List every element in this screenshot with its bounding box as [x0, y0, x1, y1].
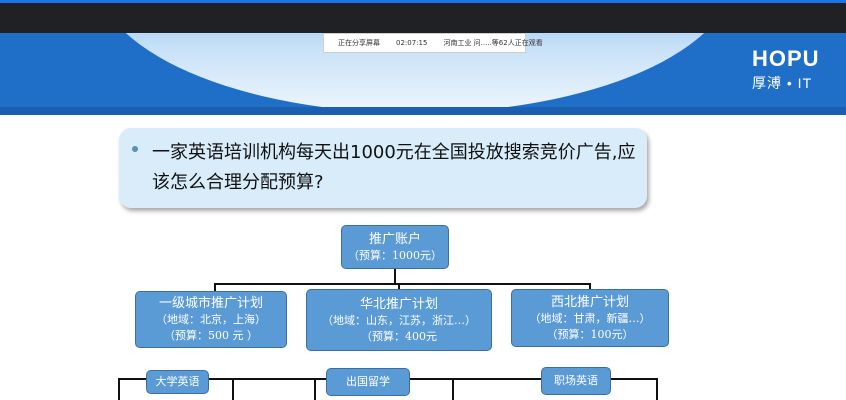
bullet-icon — [132, 146, 138, 152]
share-status-label: 正在分享屏幕 — [338, 39, 380, 47]
unit-title: 大学英语 — [155, 375, 200, 388]
plan-region: （地域：山东，江苏，浙江…） — [322, 313, 476, 327]
plan-budget: （预算：100元） — [546, 327, 634, 341]
connector-mid-down-3 — [452, 378, 454, 400]
question-box: 一家英语培训机构每天出1000元在全国投放搜索竞价广告,应该怎么合理分配预算? — [119, 128, 647, 208]
hopu-logo: HOPU 厚溥 • IT — [752, 47, 832, 93]
plan-budget: （预算：400元 — [361, 329, 437, 343]
logo-subtitle: 厚溥 • IT — [752, 75, 813, 91]
banner-corner-decoration — [0, 33, 110, 115]
unit-node-study-abroad: 出国留学 — [326, 368, 410, 396]
unit-node-workplace-english: 职场英语 — [541, 367, 611, 395]
plan-title: 一级城市推广计划 — [158, 296, 263, 311]
connector-mid-down-1 — [232, 378, 234, 400]
plan-region: （地域：北京，上海） — [156, 313, 266, 326]
plan-node-north: 华北推广计划 （地域：山东，江苏，浙江…） （预算：400元 — [306, 289, 492, 351]
screen-share-status-bar[interactable]: 正在分享屏幕 02:07:15 河南工业 问.....等62人正在观看 — [323, 33, 543, 53]
root-account-node: 推广账户 （预算：1000元） — [341, 225, 449, 269]
unit-node-college-english: 大学英语 — [146, 370, 209, 394]
plan-title: 华北推广计划 — [359, 296, 438, 312]
connector-plans-horizontal — [214, 283, 590, 285]
plan-node-northwest: 西北推广计划 （地域：甘肃，新疆…） （预算：100元） — [511, 289, 669, 347]
logo-brand: HOPU — [752, 46, 820, 71]
connector-mid-down-2 — [314, 378, 316, 400]
share-timer: 02:07:15 — [396, 39, 428, 47]
banner-bottom-strip — [0, 107, 846, 115]
topbar-accent-line — [0, 0, 846, 3]
screen-share-topbar — [0, 0, 846, 33]
unit-title: 职场英语 — [554, 374, 598, 387]
question-text: 一家英语培训机构每天出1000元在全国投放搜索竞价广告,应该怎么合理分配预算? — [152, 142, 636, 193]
share-viewers: 河南工业 问.....等62人正在观看 — [443, 39, 543, 47]
connector-root-down — [394, 269, 396, 284]
root-title: 推广账户 — [368, 231, 421, 247]
plan-title: 西北推广计划 — [550, 294, 629, 310]
plan-budget: （预算：500 元 ） — [164, 329, 258, 342]
connector-left-down — [118, 378, 120, 400]
presentation-slide: HOPU 厚溥 • IT 一家英语培训机构每天出1000元在全国投放搜索竞价广告… — [0, 33, 846, 400]
plan-region: （地域：甘肃，新疆…） — [529, 311, 651, 325]
unit-title: 出国留学 — [346, 375, 390, 388]
plan-node-tier1: 一级城市推广计划 （地域：北京，上海） （预算：500 元 ） — [135, 291, 287, 348]
root-budget: （预算：1000元） — [348, 248, 442, 262]
connector-right-down — [656, 378, 658, 400]
